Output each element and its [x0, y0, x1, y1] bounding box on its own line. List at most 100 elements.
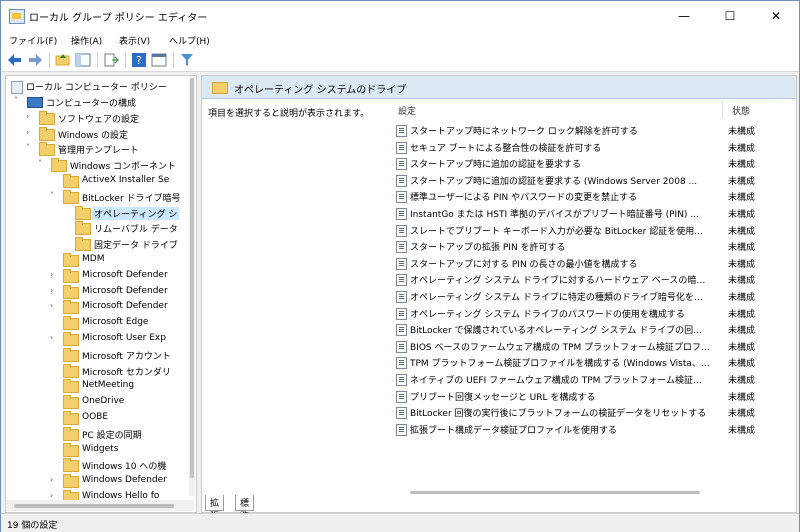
chevron-down-icon[interactable]: ˅	[50, 191, 60, 200]
tree-item[interactable]: リムーバブル データ	[62, 220, 186, 236]
policy-setting-icon	[396, 241, 407, 254]
policy-row[interactable]: スタートアップに対する PIN の長さの最小値を構成する 未構成	[394, 255, 790, 271]
policy-setting-icon	[396, 357, 407, 370]
forward-arrow-icon[interactable]	[27, 52, 43, 68]
chevron-right-icon[interactable]: ›	[50, 286, 60, 295]
tree-item[interactable]: ˅ Windows コンポーネント	[38, 157, 186, 173]
help-icon[interactable]: ?	[131, 52, 147, 68]
policy-state: 未構成	[728, 309, 756, 320]
filter-icon[interactable]	[179, 52, 195, 68]
policy-name: セキュア ブートによる整合性の検証を許可する	[410, 143, 602, 154]
chevron-down-icon[interactable]: ˅	[26, 143, 36, 152]
policy-state: 未構成	[728, 259, 756, 270]
tree-item[interactable]: Microsoft アカウント	[50, 347, 186, 363]
policy-row[interactable]: BIOS ベースのファームウェア構成の TPM プラットフォーム検証プロファ..…	[394, 338, 790, 354]
tree-item-label: Microsoft Edge	[82, 317, 149, 328]
tree-item[interactable]: ˅ コンピューターの構成	[14, 94, 186, 110]
column-header-state[interactable]: 状態	[732, 104, 750, 117]
chevron-right-icon[interactable]: ›	[50, 491, 60, 500]
column-divider[interactable]	[722, 100, 723, 118]
policy-state: 未構成	[728, 193, 756, 204]
tree-item-label: NetMeeting	[82, 380, 135, 391]
chevron-right-icon[interactable]: ›	[50, 333, 60, 342]
tree-item-label: 管理用テンプレート	[58, 146, 139, 157]
policy-name: スレートでプリブート キーボード入力が必要な BitLocker 認証を使用..…	[410, 226, 703, 237]
properties-icon[interactable]	[151, 52, 167, 68]
chevron-down-icon[interactable]: ˅	[38, 159, 48, 168]
menu-file[interactable]: ファイル(F)	[9, 34, 57, 47]
policy-row[interactable]: セキュア ブートによる整合性の検証を許可する 未構成	[394, 139, 790, 155]
column-header-setting[interactable]: 設定	[398, 104, 416, 117]
details-horizontal-scrollbar[interactable]	[402, 488, 782, 496]
tree-item[interactable]: NetMeeting	[50, 378, 186, 394]
close-button[interactable]: ✕	[753, 1, 799, 31]
export-list-icon[interactable]	[103, 52, 119, 68]
policy-row[interactable]: スタートアップの拡張 PIN を許可する 未構成	[394, 238, 790, 254]
tree-item[interactable]: MDM	[50, 252, 186, 268]
tree-item[interactable]: Microsoft Edge	[50, 315, 186, 331]
tree-item-label: Microsoft User Exp	[82, 333, 166, 343]
policy-state: 未構成	[728, 359, 756, 370]
up-folder-icon[interactable]	[55, 52, 71, 68]
tree-vertical-scrollbar[interactable]	[189, 76, 195, 496]
policy-row[interactable]: 拡張ブート構成データ検証プロファイルを使用する 未構成	[394, 421, 790, 437]
policy-row[interactable]: オペレーティング システム ドライブに対するハードウェア ベースの暗号化... 未…	[394, 271, 790, 287]
chevron-right-icon[interactable]: ›	[26, 128, 36, 137]
policy-row[interactable]: プリブート回復メッセージと URL を構成する 未構成	[394, 388, 790, 404]
tree-item[interactable]: ˅ BitLocker ドライブ暗号	[50, 189, 186, 205]
policy-row[interactable]: スタートアップ時に追加の認証を要求する (Windows Server 2008…	[394, 172, 790, 188]
tree-horizontal-scrollbar[interactable]	[6, 500, 194, 511]
policy-setting-icon	[396, 324, 407, 337]
policy-row[interactable]: スタートアップ時にネットワーク ロック解除を許可する 未構成	[394, 122, 790, 138]
back-arrow-icon[interactable]	[7, 52, 23, 68]
policy-row[interactable]: BitLocker で保護されているオペレーティング システム ドライブの回復.…	[394, 321, 790, 337]
details-header: オペレーティング システムのドライブ	[202, 76, 796, 99]
minimize-button[interactable]: —	[661, 1, 707, 31]
menu-help[interactable]: ヘルプ(H)	[169, 34, 210, 47]
chevron-down-icon[interactable]: ˅	[14, 96, 24, 105]
policy-row[interactable]: BitLocker 回復の実行後にプラットフォームの検証データをリセットする 未構…	[394, 404, 790, 420]
policy-row[interactable]: InstantGo または HSTI 準拠のデバイスがプリブート暗証番号 (PI…	[394, 205, 790, 221]
chevron-right-icon[interactable]: ›	[26, 112, 36, 121]
tab-extended[interactable]: 拡張	[205, 495, 225, 522]
tree-item[interactable]: PC 設定の同期	[50, 426, 186, 442]
tree-item[interactable]: › Microsoft Defender	[50, 284, 186, 300]
tree-item[interactable]: ˅ 管理用テンプレート	[26, 141, 186, 157]
chevron-right-icon[interactable]: ›	[50, 301, 60, 310]
chevron-right-icon[interactable]: ›	[50, 475, 60, 484]
tree-item[interactable]: Windows 10 への機	[50, 457, 186, 473]
tree-item[interactable]: OOBE	[50, 410, 186, 426]
tree-item[interactable]: Microsoft セカンダリ	[50, 363, 186, 379]
tree-item[interactable]: ActiveX Installer Se	[50, 173, 186, 189]
tree-item[interactable]: › ソフトウェアの設定	[26, 110, 186, 126]
tree-item[interactable]: Widgets	[50, 442, 186, 458]
tree-item[interactable]: オペレーティング シ	[62, 205, 186, 221]
chevron-right-icon[interactable]: ›	[50, 270, 60, 279]
tree-root[interactable]: ローカル コンピューター ポリシー	[8, 78, 188, 94]
menu-view[interactable]: 表示(V)	[119, 34, 150, 47]
folder-icon	[212, 82, 228, 94]
tree-item[interactable]: › Microsoft Defender	[50, 299, 186, 315]
policy-row[interactable]: オペレーティング システム ドライブのパスワードの使用を構成する 未構成	[394, 305, 790, 321]
policy-row[interactable]: スレートでプリブート キーボード入力が必要な BitLocker 認証を使用..…	[394, 222, 790, 238]
policy-row[interactable]: TPM プラットフォーム検証プロファイルを構成する (Windows Vista…	[394, 354, 790, 370]
show-hide-tree-icon[interactable]	[75, 52, 91, 68]
tree-item[interactable]: 固定データ ドライブ	[62, 236, 186, 252]
policy-row[interactable]: オペレーティング システム ドライブに特定の種類のドライブ暗号化を適... 未構成	[394, 288, 790, 304]
tree-item[interactable]: › Microsoft User Exp	[50, 331, 186, 347]
tree-item[interactable]: › Microsoft Defender	[50, 268, 186, 284]
maximize-button[interactable]: ☐	[707, 1, 753, 31]
policy-setting-icon	[396, 224, 407, 237]
policy-row[interactable]: ネイティブの UEFI ファームウェア構成の TPM プラットフォーム検証プロ.…	[394, 371, 790, 387]
tree-item[interactable]: › Windows の設定	[26, 126, 186, 142]
tree-item[interactable]: OneDrive	[50, 394, 186, 410]
tree-item[interactable]: › Windows Defender	[50, 473, 186, 489]
policy-row[interactable]: 標準ユーザーによる PIN やパスワードの変更を禁止する 未構成	[394, 188, 790, 204]
tree-item-label: ActiveX Installer Se	[82, 175, 170, 185]
menu-action[interactable]: 操作(A)	[71, 34, 102, 47]
policy-setting-icon	[396, 340, 407, 353]
tab-standard[interactable]: 標準	[235, 495, 255, 522]
policy-setting-icon	[396, 307, 407, 320]
policy-row[interactable]: スタートアップ時に追加の認証を要求する 未構成	[394, 155, 790, 171]
policy-setting-icon	[396, 141, 407, 154]
